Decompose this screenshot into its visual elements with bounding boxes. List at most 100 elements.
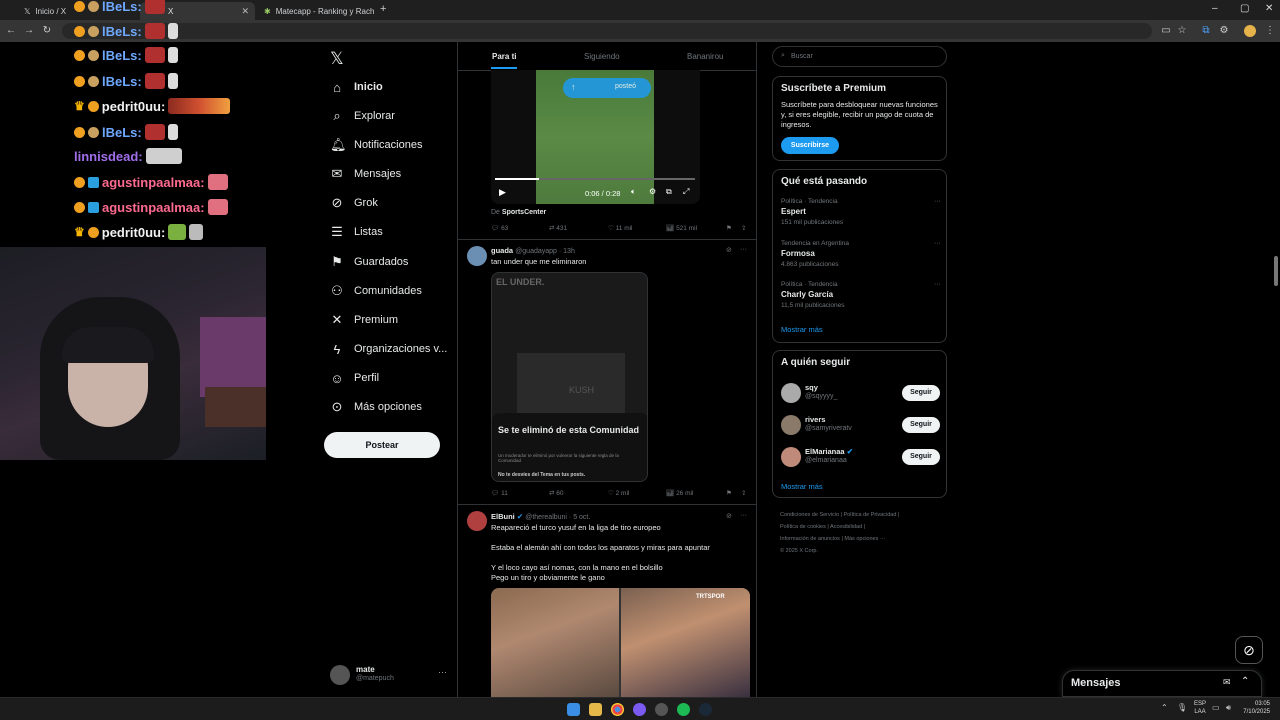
grok-icon[interactable]: ⊘	[726, 512, 732, 520]
reply-count[interactable]: 💬︎ 11	[491, 489, 508, 497]
new-tab-icon[interactable]: +	[380, 3, 386, 15]
clock[interactable]: 03:05 7/10/2025	[1240, 700, 1270, 716]
grok-button[interactable]: ⊘	[1235, 636, 1263, 664]
cast-icon[interactable]: ▭	[1158, 23, 1174, 39]
account-switcher[interactable]: mate @matepuch ···	[330, 663, 450, 687]
fullscreen-icon[interactable]: ⤢	[683, 187, 689, 197]
subscribe-button[interactable]: Suscribirse	[781, 137, 839, 154]
video-player[interactable]: ↑ posteó ▶ 0:06 / 0:28 🔈︎ ⚙ ⧉ ⤢	[491, 70, 700, 204]
back-icon[interactable]: ←	[3, 23, 19, 39]
pip-icon[interactable]: ⧉	[666, 187, 672, 197]
play-icon[interactable]: ▶	[499, 187, 506, 198]
tab-bananirou[interactable]: Bananirou	[687, 52, 723, 61]
nav-grok[interactable]: ⊘ Grok	[330, 192, 378, 214]
spotify-icon[interactable]	[677, 703, 690, 716]
follow-button[interactable]: Seguir	[902, 385, 940, 401]
post-button[interactable]: Postear	[324, 432, 440, 458]
puzzle-icon[interactable]: ⚙	[1216, 23, 1232, 39]
page-scrollbar[interactable]	[1274, 256, 1278, 286]
avatar[interactable]	[467, 246, 487, 266]
compose-message-icon[interactable]: ✉	[1223, 677, 1231, 688]
nav-organizaciones[interactable]: ϟ Organizaciones v...	[330, 338, 448, 360]
window-close-icon[interactable]: ✕	[1265, 3, 1273, 14]
nav-mensajes[interactable]: ✉ Mensajes	[330, 163, 402, 185]
nav-explorar[interactable]: ⌕ Explorar	[330, 105, 395, 127]
bookmark-icon[interactable]: ⚑	[726, 489, 732, 497]
profile-avatar[interactable]	[1244, 25, 1256, 37]
chrome-icon[interactable]	[611, 703, 624, 716]
tab-siguiendo[interactable]: Siguiendo	[584, 52, 620, 61]
volume-icon[interactable]: 🔈︎	[631, 187, 636, 197]
share-icon[interactable]: ⇪	[741, 489, 746, 497]
avatar[interactable]	[467, 511, 487, 531]
settings-icon[interactable]: ⚙	[649, 187, 656, 196]
reply-count[interactable]: 💬︎ 63	[491, 224, 508, 232]
bookmark-icon[interactable]: ⚑	[726, 224, 732, 232]
mic-icon[interactable]: 🎙︎	[1177, 703, 1187, 712]
trend-item[interactable]: Política · Tendencia Charly García 11,5 …	[781, 281, 941, 309]
nav-notificaciones[interactable]: 🔔︎ Notificaciones	[330, 134, 422, 156]
share-icon[interactable]: ⇪	[741, 224, 746, 232]
volume-icon[interactable]: 🔊︎	[1226, 703, 1231, 713]
webcam-feed	[0, 247, 266, 460]
more-dots-icon[interactable]: ···	[934, 198, 941, 205]
more-dots-icon[interactable]: ···	[934, 240, 941, 247]
close-tab-icon[interactable]: ✕	[241, 6, 249, 17]
address-field[interactable]	[62, 23, 1152, 39]
minimize-icon[interactable]: –	[1212, 3, 1218, 14]
more-dots-icon[interactable]: ···	[740, 512, 747, 519]
repost-count[interactable]: ⇄ 431	[549, 224, 567, 232]
like-count[interactable]: ♡ 11 mil	[608, 224, 633, 232]
chat-line: lBeLs:	[74, 122, 178, 142]
new-posts-pill[interactable]: ↑ posteó	[563, 78, 651, 98]
start-icon[interactable]	[567, 703, 580, 716]
network-icon[interactable]: ▭	[1212, 703, 1220, 712]
extension-icon[interactable]: ⧉	[1198, 23, 1214, 39]
tab-matecapp[interactable]: ✱ Matecapp - Ranking y Racha d ✕	[258, 2, 374, 20]
star-icon[interactable]: ☆	[1174, 23, 1190, 39]
app-icon[interactable]	[633, 703, 646, 716]
nav-perfil[interactable]: ☺ Perfil	[330, 367, 379, 389]
steam-icon[interactable]	[699, 703, 712, 716]
nav-mas-opciones[interactable]: ⊙ Más opciones	[330, 396, 422, 418]
menu-icon[interactable]: ⋮	[1262, 23, 1278, 39]
grok-icon[interactable]: ⊘	[726, 246, 732, 254]
show-more-link[interactable]: Mostrar más	[781, 482, 823, 491]
follow-suggestion[interactable]: sqy @sqyyyy_ Seguir	[781, 381, 940, 405]
search-input[interactable]: ⌕ Buscar	[772, 46, 947, 67]
messages-drawer[interactable]: Mensajes ✉ ⌃	[1062, 670, 1262, 697]
app-icon[interactable]	[655, 703, 668, 716]
follow-suggestion[interactable]: rivers @samyriveratv Seguir	[781, 413, 940, 437]
nav-comunidades[interactable]: ⚇ Comunidades	[330, 280, 422, 302]
more-dots-icon[interactable]: ···	[740, 246, 747, 253]
views-count[interactable]: 📊︎ 26 mil	[666, 489, 693, 497]
follow-button[interactable]: Seguir	[902, 417, 940, 433]
forward-icon[interactable]: →	[21, 23, 37, 39]
views-count[interactable]: 📊︎ 521 mil	[666, 224, 697, 232]
more-dots-icon[interactable]: ···	[934, 281, 941, 288]
follow-suggestion[interactable]: ElMarianaa ✔ @elmarianaa Seguir	[781, 445, 940, 469]
nav-guardados[interactable]: ⚑ Guardados	[330, 251, 408, 273]
nav-inicio[interactable]: ⌂ Inicio	[330, 76, 383, 98]
file-explorer-icon[interactable]	[589, 703, 602, 716]
verified-icon: ✔	[516, 512, 524, 521]
footer-links: Condiciones de Servicio | Política de Pr…	[780, 512, 900, 554]
trend-item[interactable]: Política · Tendencia Espert 151 mil publ…	[781, 198, 941, 226]
follow-button[interactable]: Seguir	[902, 449, 940, 465]
chevron-up-icon[interactable]: ⌃	[1241, 676, 1249, 687]
nav-listas[interactable]: ☰ Listas	[330, 221, 383, 243]
x-logo-icon[interactable]: 𝕏	[330, 49, 344, 69]
bookmark-icon: ⚑	[331, 254, 343, 269]
chevron-up-icon[interactable]: ⌃	[1161, 703, 1168, 712]
tab-para-ti[interactable]: Para ti	[492, 52, 516, 61]
repost-count[interactable]: ⇄ 60	[549, 489, 564, 497]
like-count[interactable]: ♡ 2 mil	[608, 489, 629, 497]
language-indicator[interactable]: ESP LAA	[1194, 700, 1206, 716]
maximize-icon[interactable]: ▢	[1240, 3, 1249, 14]
tweet-image[interactable]: TRTSPOR	[491, 588, 750, 697]
reload-icon[interactable]: ↻	[39, 23, 55, 39]
show-more-link[interactable]: Mostrar más	[781, 325, 823, 334]
trend-item[interactable]: Tendencia en Argentina Formosa 4.863 pub…	[781, 240, 941, 268]
nav-premium[interactable]: ✕ Premium	[330, 309, 398, 331]
tweet-image[interactable]: EL UNDER. KUSH Se te eliminó de esta Com…	[491, 272, 648, 482]
